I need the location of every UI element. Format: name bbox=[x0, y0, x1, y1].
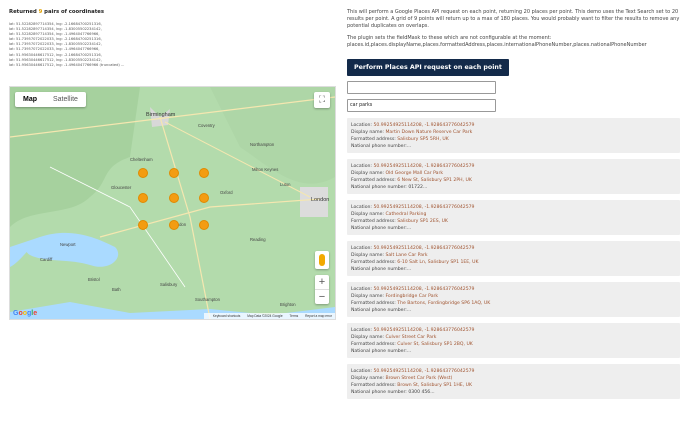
map-label-coventry: Coventry bbox=[198, 123, 215, 128]
result-address: 6 New St, Salisbury SP1 2PH, UK bbox=[397, 178, 472, 183]
google-logo: Google bbox=[13, 310, 38, 317]
result-phone: ... bbox=[406, 144, 412, 149]
map-point-marker[interactable] bbox=[199, 193, 209, 203]
result-card: Location: 50.99254925114208, -1.92864377… bbox=[347, 159, 680, 194]
text-input[interactable] bbox=[347, 81, 496, 94]
map-point-marker[interactable] bbox=[138, 193, 148, 203]
fieldmask-text: The plugin sets the fieldMask to these w… bbox=[347, 35, 647, 48]
map-point-marker[interactable] bbox=[138, 220, 148, 230]
map-label-salisbury: Salisbury bbox=[160, 282, 178, 287]
map-point-marker[interactable] bbox=[199, 168, 209, 178]
map-label-gloucester: Gloucester bbox=[111, 185, 132, 190]
zoom-out-button[interactable]: − bbox=[315, 290, 329, 304]
map-label-london: London bbox=[311, 197, 330, 203]
coordinates-count: 9 bbox=[38, 9, 43, 15]
coordinates-panel: Returned 9 pairs of coordinates lat: 51.… bbox=[9, 9, 339, 68]
result-name: Brown Street Car Park (West) bbox=[385, 376, 453, 381]
fullscreen-icon[interactable]: ⛶ bbox=[314, 92, 330, 108]
result-card: Location: 50.99254925114208, -1.92864377… bbox=[347, 323, 680, 358]
map-label-birmingham: Birmingham bbox=[146, 112, 176, 118]
result-location: 50.99254925114208, -1.928643776042579 bbox=[373, 369, 475, 374]
map-attribution: Keyboard shortcuts Map Data ©2024 Google… bbox=[203, 313, 335, 319]
map-point-marker[interactable] bbox=[169, 193, 179, 203]
result-address: Culver St, Salisbury SP1 2BQ, UK bbox=[397, 342, 473, 347]
map-label-newport: Newport bbox=[60, 242, 76, 247]
map-tab[interactable]: Map bbox=[15, 92, 45, 107]
map-label-brighton: Brighton bbox=[280, 302, 296, 307]
result-card: Location: 50.99254925114208, -1.92864377… bbox=[347, 200, 680, 235]
search-query-input[interactable]: car parks bbox=[347, 99, 496, 112]
places-panel: This will perform a Google Places API re… bbox=[347, 9, 687, 405]
map-label-oxford: Oxford bbox=[220, 190, 233, 195]
result-location: 50.99254925114208, -1.928643776042579 bbox=[373, 246, 475, 251]
result-card: Location: 50.99254925114208, -1.92864377… bbox=[347, 118, 680, 153]
result-card: Location: 50.99254925114208, -1.92864377… bbox=[347, 241, 680, 276]
map-label-northampton: Northampton bbox=[250, 142, 275, 147]
map-point-marker[interactable] bbox=[138, 168, 148, 178]
result-location: 50.99254925114208, -1.928643776042579 bbox=[373, 164, 475, 169]
pegman-icon[interactable] bbox=[315, 251, 329, 269]
result-name: Old George Mall Car Park bbox=[385, 171, 444, 176]
description-text: This will perform a Google Places API re… bbox=[347, 9, 680, 29]
result-address: 6-10 Salt Ln, Salisbury SP1 1EE, UK bbox=[397, 260, 479, 265]
coordinates-title: Returned 9 pairs of coordinates bbox=[9, 9, 104, 15]
result-phone: ... bbox=[406, 308, 412, 313]
keyboard-shortcuts-link[interactable]: Keyboard shortcuts bbox=[213, 314, 240, 318]
map-label-luton: Luton bbox=[280, 182, 291, 187]
map-point-marker[interactable] bbox=[169, 168, 179, 178]
map-point-marker[interactable] bbox=[199, 220, 209, 230]
result-name: Salt Lane Car Park bbox=[385, 253, 428, 258]
result-phone: ... bbox=[406, 349, 412, 354]
perform-request-button[interactable]: Perform Places API request on each point bbox=[347, 59, 509, 76]
map-label-bath: Bath bbox=[112, 287, 121, 292]
map-point-marker[interactable] bbox=[169, 220, 179, 230]
result-phone: 01722... bbox=[408, 185, 428, 190]
result-phone: ... bbox=[406, 267, 412, 272]
results-list: Location: 50.99254925114208, -1.92864377… bbox=[347, 118, 687, 399]
map-label-reading: Reading bbox=[250, 237, 266, 242]
report-error-link[interactable]: Report a map error bbox=[305, 314, 332, 318]
result-address: The Bartons, Fordingbridge SP6 1AQ, UK bbox=[397, 301, 491, 306]
coordinate-list: lat: 51.52282897714354, lng: -2.16684700… bbox=[9, 22, 339, 68]
map-label-cheltenham: Cheltenham bbox=[130, 157, 153, 162]
map-label-milton: Milton Keynes bbox=[252, 167, 279, 172]
result-address: Salisbury SP5 5RH, UK bbox=[397, 137, 449, 142]
satellite-tab[interactable]: Satellite bbox=[45, 92, 86, 107]
result-name: Fordingbridge Car Park bbox=[385, 294, 439, 299]
map-data-label: Map Data ©2024 Google bbox=[247, 314, 283, 318]
result-location: 50.99254925114208, -1.928643776042579 bbox=[373, 205, 475, 210]
result-name: Cathedral Parking bbox=[385, 212, 427, 217]
result-location: 50.99254925114208, -1.928643776042579 bbox=[373, 328, 475, 333]
google-map[interactable]: Birmingham Coventry Cheltenham Glouceste… bbox=[9, 86, 336, 320]
terms-link[interactable]: Terms bbox=[289, 314, 298, 318]
map-label-bristol: Bristol bbox=[88, 277, 100, 282]
result-location: 50.99254925114208, -1.92864377604257​9 bbox=[373, 123, 475, 128]
result-phone: 0300 456... bbox=[408, 390, 435, 395]
result-address: Brown St, Salisbury SP1 1HE, UK bbox=[397, 383, 472, 388]
result-location: 50.99254925114208, -1.928643776042579 bbox=[373, 287, 475, 292]
result-address: Salisbury SP1 2ES, UK bbox=[397, 219, 448, 224]
result-name: Martin Down Nature Reserve Car Park bbox=[385, 130, 473, 135]
map-label-cardiff: Cardiff bbox=[40, 257, 53, 262]
result-phone: ... bbox=[406, 226, 412, 231]
map-type-control: Map Satellite bbox=[15, 92, 86, 107]
zoom-in-button[interactable]: + bbox=[315, 275, 329, 290]
map-label-southampton: Southampton bbox=[195, 297, 220, 302]
result-card: Location: 50.99254925114208, -1.92864377… bbox=[347, 282, 680, 317]
zoom-control: + − bbox=[315, 275, 329, 304]
result-card: Location: 50.99254925114208, -1.92864377… bbox=[347, 364, 680, 399]
coordinate-line: lat: 51.95630446617512, lng: -1.49640477… bbox=[9, 62, 125, 67]
result-name: Culver Street Car Park bbox=[385, 335, 437, 340]
